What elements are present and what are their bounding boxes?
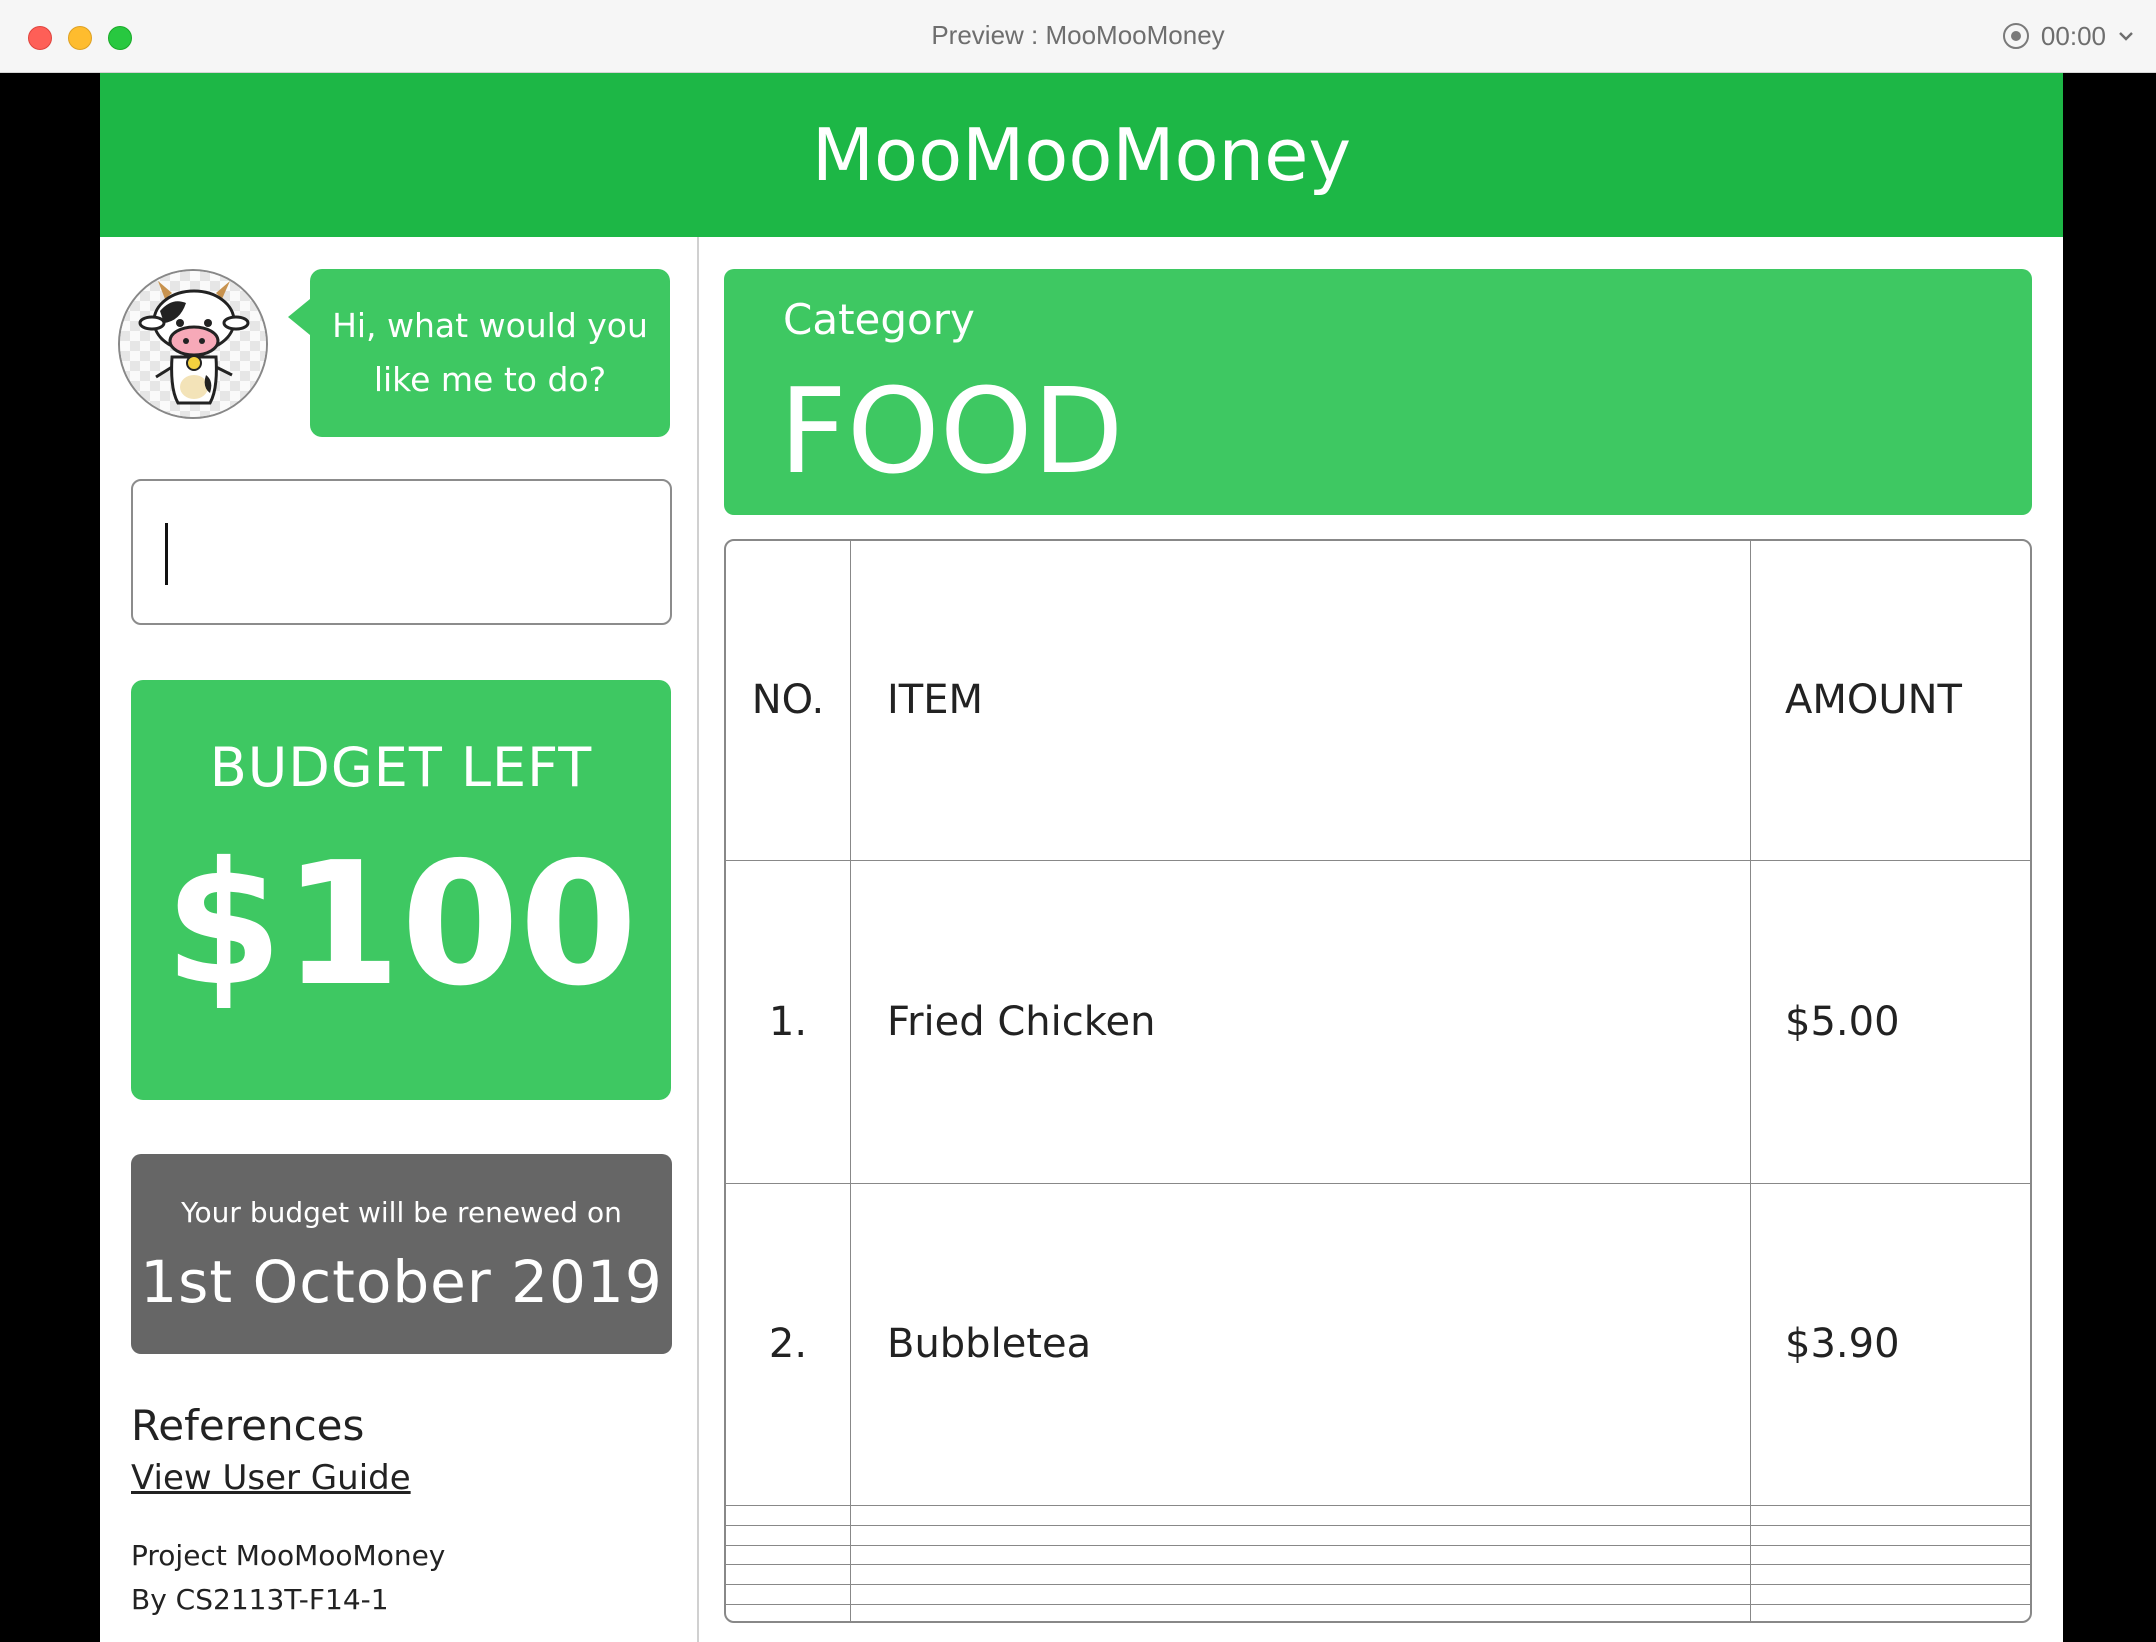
row-number: 1. (726, 859, 851, 1184)
column-header-no[interactable]: NO. (726, 541, 851, 861)
expense-table: NO. ITEM AMOUNT 1. Fried Chicken $5.00 2… (724, 539, 2032, 1623)
recording-timer: 00:00 (2040, 20, 2106, 51)
app-title: MooMooMoney (811, 113, 1352, 197)
column-header-amount[interactable]: AMOUNT (1750, 541, 2030, 861)
category-card: Category FOOD (724, 269, 2032, 515)
row-number (726, 1603, 851, 1621)
row-amount: $3.90 (1750, 1182, 2030, 1507)
command-input[interactable] (131, 479, 672, 625)
assistant-message-line-2: like me to do? (373, 360, 607, 399)
row-amount (1750, 1524, 2030, 1546)
row-number (726, 1524, 851, 1546)
cow-avatar-icon (118, 269, 268, 419)
budget-value: $100 (164, 826, 638, 1024)
column-header-item[interactable]: ITEM (850, 541, 1751, 861)
row-number (726, 1564, 851, 1586)
app-header: MooMooMoney (100, 73, 2063, 237)
project-name: Project MooMooMoney (131, 1539, 446, 1572)
budget-label: BUDGET LEFT (209, 736, 593, 799)
panel-divider (697, 237, 699, 1642)
app-window: MooMooMoney Hi, what would you like me t… (100, 73, 2063, 1642)
window-titlebar: Preview : MooMooMoney 00:00 (0, 0, 2156, 73)
row-item (850, 1584, 1751, 1605)
budget-left-card: BUDGET LEFT $100 (131, 680, 671, 1100)
table-row[interactable] (726, 1603, 2030, 1621)
row-amount (1750, 1584, 2030, 1605)
table-row[interactable] (726, 1524, 2030, 1546)
window-title: Preview : MooMooMoney (931, 20, 1225, 50)
references-heading: References (131, 1401, 365, 1450)
row-amount (1750, 1505, 2030, 1526)
row-amount (1750, 1544, 2030, 1566)
row-amount (1750, 1564, 2030, 1586)
row-amount: $5.00 (1750, 859, 2030, 1184)
table-header-row: NO. ITEM AMOUNT (726, 541, 2030, 861)
renewal-date: 1st October 2019 (140, 1248, 663, 1316)
table-row[interactable]: 2. Bubbletea $3.90 (726, 1182, 2030, 1507)
chevron-down-icon (2119, 32, 2133, 41)
row-number: 2. (726, 1182, 851, 1507)
table-row[interactable] (726, 1564, 2030, 1586)
recording-indicator[interactable]: 00:00 (2002, 18, 2134, 54)
budget-renewal-card: Your budget will be renewed on 1st Octob… (131, 1154, 672, 1354)
row-item (850, 1524, 1751, 1546)
category-value: FOOD (779, 362, 1124, 500)
record-icon (2002, 23, 2029, 49)
user-guide-link[interactable]: View User Guide (131, 1458, 411, 1498)
row-number (726, 1544, 851, 1566)
row-amount (1750, 1603, 2030, 1621)
assistant-speech-bubble: Hi, what would you like me to do? (288, 269, 670, 437)
row-item: Bubbletea (850, 1182, 1751, 1507)
renewal-note: Your budget will be renewed on (181, 1196, 622, 1229)
row-number (726, 1584, 851, 1605)
row-item (850, 1505, 1751, 1526)
table-row[interactable]: 1. Fried Chicken $5.00 (726, 859, 2030, 1184)
table-row[interactable] (726, 1544, 2030, 1566)
row-number (726, 1505, 851, 1526)
row-item (850, 1603, 1751, 1621)
project-team: By CS2113T-F14-1 (131, 1583, 389, 1616)
row-item (850, 1564, 1751, 1586)
table-row[interactable] (726, 1584, 2030, 1605)
row-item (850, 1544, 1751, 1566)
assistant-message-line-1: Hi, what would you (332, 306, 648, 345)
text-caret (165, 523, 168, 585)
category-label: Category (783, 295, 975, 344)
row-item: Fried Chicken (850, 859, 1751, 1184)
table-row[interactable] (726, 1505, 2030, 1526)
